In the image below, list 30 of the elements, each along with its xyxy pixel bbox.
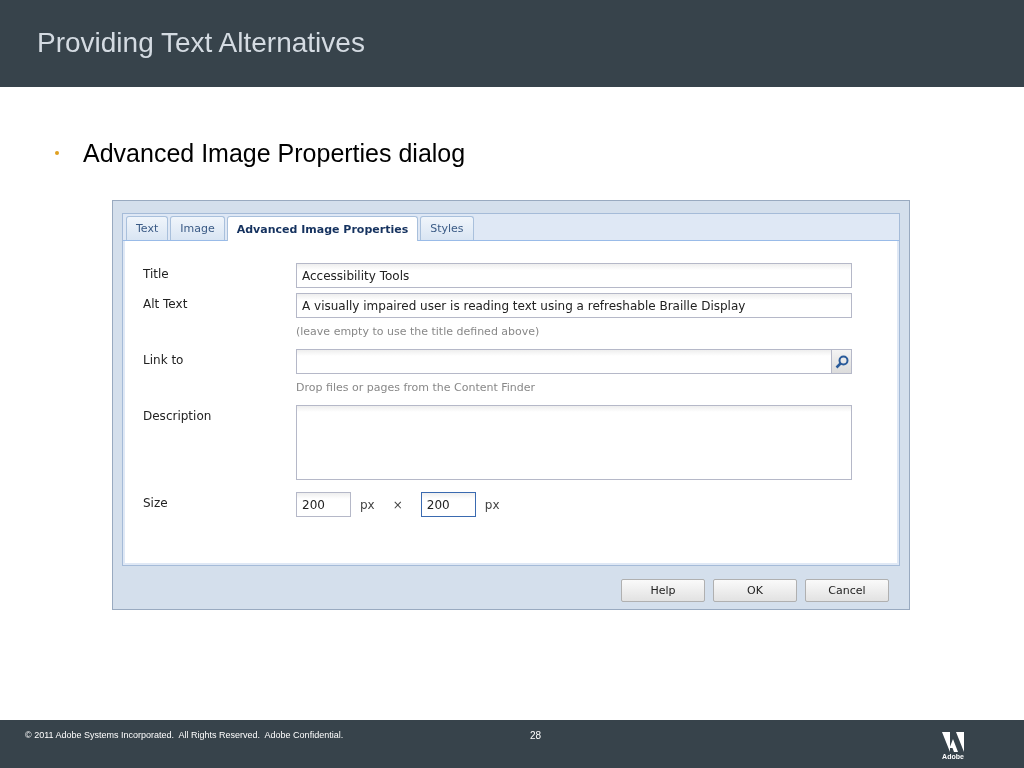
tab[interactable]: Text xyxy=(126,216,169,240)
unit-label: px xyxy=(360,497,375,512)
tab[interactable]: Styles xyxy=(420,216,474,240)
search-button[interactable] xyxy=(832,349,852,374)
bullet-text: Advanced Image Properties dialog xyxy=(83,138,466,168)
tab[interactable]: Advanced Image Properties xyxy=(226,216,419,241)
unit-label: px xyxy=(484,497,500,512)
size-field[interactable]: 200 xyxy=(296,492,351,517)
dialog-button[interactable]: Cancel xyxy=(805,579,889,602)
field-label: Alt Text xyxy=(143,296,189,313)
description-field[interactable] xyxy=(296,405,852,480)
field-label: Link to xyxy=(143,352,185,369)
text-field[interactable]: Accessibility Tools xyxy=(296,263,852,288)
size-field[interactable]: 200 xyxy=(420,492,476,517)
times-sign: × xyxy=(392,497,403,512)
link-field[interactable] xyxy=(296,349,832,374)
hint-text: (leave empty to use the title defined above) xyxy=(296,324,541,340)
copyright-text: © 2011 Adobe Systems Incorporated. All Rights Reserved. Adobe Confidential. xyxy=(25,730,345,740)
tab[interactable]: Image xyxy=(170,216,225,240)
hint-text: Drop files or pages from the Content Finder xyxy=(296,380,537,396)
bullet-dot xyxy=(55,151,59,155)
slide-title: Providing Text Alternatives xyxy=(37,26,365,60)
dialog-button[interactable]: OK xyxy=(713,579,797,602)
field-label: Description xyxy=(143,408,213,425)
text-field[interactable]: A visually impaired user is reading text using a refreshable Braille Display xyxy=(296,293,852,318)
field-label: Size xyxy=(143,495,169,512)
field-label: Title xyxy=(143,266,170,283)
dialog-button[interactable]: Help xyxy=(621,579,705,602)
search-icon xyxy=(834,354,849,369)
page-number: 28 xyxy=(530,730,543,741)
